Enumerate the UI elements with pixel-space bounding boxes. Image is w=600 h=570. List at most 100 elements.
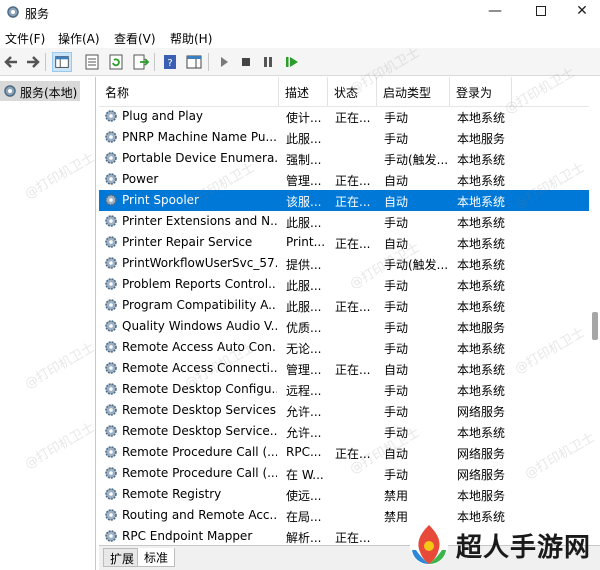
- cell-start: 自动: [384, 195, 409, 209]
- cell-start: 手动: [384, 300, 409, 314]
- cell-desc: 使计...: [286, 111, 322, 125]
- cell-status: 正在...: [335, 111, 371, 125]
- menu-help[interactable]: 帮助(H): [170, 30, 212, 47]
- service-gear-icon: [105, 236, 117, 248]
- tree-node-label: 服务(本地): [20, 86, 78, 100]
- service-row[interactable]: Remote Desktop Configu... 远程... 手动 本地系统: [99, 379, 589, 400]
- service-row[interactable]: Remote Desktop Services 允许... 手动 网络服务: [99, 400, 589, 421]
- menu-view[interactable]: 查看(V): [114, 30, 156, 47]
- column-header-log-on-as[interactable]: 登录为: [450, 77, 512, 106]
- cell-status: 正在...: [335, 531, 371, 545]
- console-tree-pane: 服务(本地): [0, 77, 96, 570]
- service-row[interactable]: Remote Access Connecti... 管理... 正在... 自动 本地系…: [99, 358, 589, 379]
- pause-service-icon[interactable]: [258, 52, 278, 72]
- cell-name: PNRP Machine Name Pu...: [122, 130, 277, 144]
- column-header-description[interactable]: 描述: [279, 77, 328, 106]
- cell-name: Remote Desktop Services: [122, 403, 277, 417]
- cell-name: Remote Procedure Call (...: [122, 466, 277, 480]
- cell-name: PrintWorkflowUserSvc_57...: [122, 256, 277, 270]
- console-tree-icon[interactable]: [52, 52, 72, 72]
- service-row[interactable]: Printer Extensions and N... 此服... 手动 本地系统: [99, 211, 589, 232]
- services-gear-icon: [4, 85, 16, 97]
- service-gear-icon: [105, 194, 117, 206]
- service-row[interactable]: Problem Reports Control... 此服... 手动 本地系统: [99, 274, 589, 295]
- cell-name: Routing and Remote Acc...: [122, 508, 277, 522]
- cell-start: 手动: [384, 321, 409, 335]
- cell-start: 手动: [384, 384, 409, 398]
- service-row[interactable]: Remote Procedure Call (... RPC... 正在... 自动 网…: [99, 442, 589, 463]
- service-row[interactable]: Print Spooler 该服... 正在... 自动 本地系统: [99, 190, 589, 211]
- toolbar: ?: [0, 48, 600, 76]
- cell-logon: 本地系统: [457, 363, 506, 377]
- service-row[interactable]: Quality Windows Audio V... 优质... 手动 本地服务: [99, 316, 589, 337]
- cell-status: 正在...: [335, 237, 371, 251]
- cell-desc: 允许...: [286, 426, 322, 440]
- cell-name: RPC Endpoint Mapper: [122, 529, 253, 543]
- service-gear-icon: [105, 110, 117, 122]
- cell-desc: 此服...: [286, 216, 322, 230]
- service-row[interactable]: Power 管理... 正在... 自动 本地系统: [99, 169, 589, 190]
- close-button[interactable]: ✕: [564, 0, 600, 24]
- cell-name: Power: [122, 172, 159, 186]
- menu-file[interactable]: 文件(F): [5, 30, 45, 47]
- tab-extended[interactable]: 扩展: [103, 548, 142, 567]
- services-list-pane: 名称 ^ 描述 状态 启动类型 登录为 Plug and Play 使计... 正在…: [99, 77, 600, 547]
- minimize-button[interactable]: —: [472, 0, 518, 24]
- cell-start: 手动: [384, 132, 409, 146]
- cell-start: 手动: [384, 111, 409, 125]
- toolbar-separator: [154, 53, 155, 71]
- column-header-status[interactable]: 状态: [328, 77, 377, 106]
- service-row[interactable]: PrintWorkflowUserSvc_57... 提供... 手动(触发... 本…: [99, 253, 589, 274]
- cell-desc: 强制...: [286, 153, 322, 167]
- column-header-label: 描述: [285, 86, 310, 100]
- help-icon[interactable]: ?: [160, 52, 180, 72]
- maximize-button[interactable]: [518, 0, 564, 24]
- column-header-name[interactable]: 名称 ^: [99, 77, 279, 106]
- service-row[interactable]: Portable Device Enumera... 强制... 手动(触发... 本…: [99, 148, 589, 169]
- cell-start: 手动: [384, 468, 409, 482]
- cell-desc: 此服...: [286, 279, 322, 293]
- service-gear-icon: [105, 425, 117, 437]
- cell-name: Remote Access Connecti...: [122, 361, 277, 375]
- start-service-icon[interactable]: [214, 52, 234, 72]
- menu-action[interactable]: 操作(A): [58, 30, 100, 47]
- service-row[interactable]: Remote Desktop Service... 允许... 手动 本地系统: [99, 421, 589, 442]
- export-list-icon[interactable]: [130, 52, 150, 72]
- cell-logon: 本地系统: [457, 174, 506, 188]
- service-row[interactable]: PNRP Machine Name Pu... 此服... 手动 本地服务: [99, 127, 589, 148]
- scrollbar-thumb[interactable]: [592, 312, 598, 340]
- back-arrow-icon[interactable]: [2, 52, 22, 72]
- cell-desc: 远程...: [286, 384, 322, 398]
- service-row[interactable]: Plug and Play 使计... 正在... 手动 本地系统: [99, 106, 589, 127]
- cell-desc: 管理...: [286, 363, 322, 377]
- cell-logon: 本地系统: [457, 216, 506, 230]
- restart-service-icon[interactable]: [282, 52, 302, 72]
- cell-start: 自动: [384, 174, 409, 188]
- service-gear-icon: [105, 446, 117, 458]
- service-row[interactable]: Remote Procedure Call (... 在 W... 手动 网络服务: [99, 463, 589, 484]
- service-row[interactable]: Remote Access Auto Con... 无论... 手动 本地系统: [99, 337, 589, 358]
- stop-service-icon[interactable]: [236, 52, 256, 72]
- refresh-icon[interactable]: [106, 52, 126, 72]
- service-row[interactable]: Printer Repair Service Print... 正在... 自动 本地系…: [99, 232, 589, 253]
- service-row[interactable]: Program Compatibility A... 此服... 正在... 手动 本地…: [99, 295, 589, 316]
- cell-desc: 管理...: [286, 174, 322, 188]
- tab-standard[interactable]: 标准: [137, 548, 176, 567]
- maximize-icon: [536, 6, 546, 16]
- sort-ascending-icon: ^: [105, 84, 115, 97]
- service-gear-icon: [105, 467, 117, 479]
- tree-node-services-local[interactable]: 服务(本地): [0, 81, 80, 101]
- cell-logon: 网络服务: [457, 447, 506, 461]
- forward-arrow-icon[interactable]: [22, 52, 42, 72]
- service-row[interactable]: Remote Registry 使远... 禁用 本地服务: [99, 484, 589, 505]
- properties-list-icon[interactable]: [82, 52, 102, 72]
- column-header-startup-type[interactable]: 启动类型: [377, 77, 450, 106]
- cell-name: Portable Device Enumera...: [122, 151, 277, 165]
- cell-name: Remote Desktop Service...: [122, 424, 277, 438]
- logo-flame-icon: [410, 525, 448, 565]
- cell-status: 正在...: [335, 363, 371, 377]
- cell-start: 手动: [384, 216, 409, 230]
- service-gear-icon: [105, 278, 117, 290]
- show-hide-pane-icon[interactable]: [184, 52, 204, 72]
- cell-desc: 解析...: [286, 531, 322, 545]
